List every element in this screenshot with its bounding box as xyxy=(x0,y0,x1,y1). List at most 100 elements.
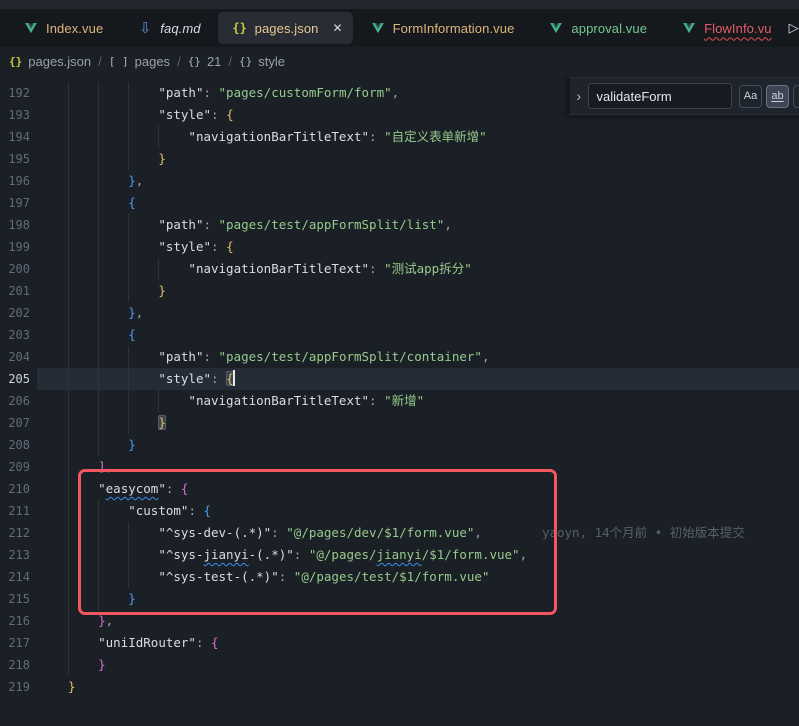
code-line-text[interactable]: { xyxy=(30,324,799,346)
line-number[interactable]: 198 xyxy=(0,214,30,236)
line-number[interactable]: 214 xyxy=(0,566,30,588)
line-number[interactable]: 206 xyxy=(0,390,30,412)
indent-guide-icon xyxy=(98,302,99,324)
line-number[interactable]: 215 xyxy=(0,588,30,610)
code-editor[interactable]: 192 "path": "pages/customForm/form",193 … xyxy=(0,75,799,726)
code-line-text[interactable]: "path": "pages/test/appFormSplit/contain… xyxy=(30,346,799,368)
line-number[interactable]: 208 xyxy=(0,434,30,456)
breadcrumb: {}pages.json/[ ]pages/{}21/{}style xyxy=(0,47,799,75)
indent-guide-icon xyxy=(128,522,129,544)
code-line-text[interactable]: } xyxy=(30,588,799,610)
line-number[interactable]: 202 xyxy=(0,302,30,324)
tab-faq-md[interactable]: ⇩faq.md xyxy=(120,9,217,47)
code-line: 197 { xyxy=(0,192,799,214)
indent-guide-icon xyxy=(98,236,99,258)
line-number[interactable]: 210 xyxy=(0,478,30,500)
code-line-text[interactable]: } xyxy=(30,148,799,170)
line-number[interactable]: 192 xyxy=(0,82,30,104)
code-token: "pages/test/appFormSplit/container" xyxy=(219,349,482,364)
code-line-text[interactable]: "easycom": { xyxy=(30,478,799,500)
code-line-text[interactable]: "^sys-jianyi-(.*)": "@/pages/jianyi/$1/f… xyxy=(30,544,799,566)
json-file-icon: {} xyxy=(9,55,22,68)
line-number[interactable]: 196 xyxy=(0,170,30,192)
whole-word-button[interactable]: ab xyxy=(766,85,789,108)
line-number[interactable]: 217 xyxy=(0,632,30,654)
code-token: , xyxy=(474,525,482,540)
line-number[interactable]: 219 xyxy=(0,676,30,698)
tab-overflow-chevron-icon[interactable]: ▷ xyxy=(789,20,799,36)
line-number[interactable]: 218 xyxy=(0,654,30,676)
indent-guide-icon xyxy=(68,654,69,676)
code-token: "navigationBarTitleText" xyxy=(188,261,369,276)
code-line-text[interactable]: "navigationBarTitleText": "新增" xyxy=(30,390,799,412)
code-line-text[interactable]: "style": { xyxy=(30,368,799,390)
indent-guide-icon xyxy=(98,588,99,610)
regex-button[interactable]: .* xyxy=(793,85,799,108)
code-line-text[interactable]: } xyxy=(30,280,799,302)
tab-forminformation-vue[interactable]: FormInformation.vue xyxy=(353,9,532,47)
code-line-text[interactable]: "style": { xyxy=(30,236,799,258)
indent-guide-icon xyxy=(68,82,69,104)
line-number[interactable]: 207 xyxy=(0,412,30,434)
code-line-text[interactable]: }, xyxy=(30,610,799,632)
tab-flowinfo-vu[interactable]: FlowInfo.vu xyxy=(664,9,789,47)
code-line-text[interactable]: } xyxy=(30,676,799,698)
line-number[interactable]: 213 xyxy=(0,544,30,566)
indent-guide-icon xyxy=(68,236,69,258)
line-number[interactable]: 212 xyxy=(0,522,30,544)
find-widget: › validateForm Aaab.* xyxy=(567,77,799,115)
code-token: "custom" xyxy=(128,503,188,518)
code-line-text[interactable]: ], xyxy=(30,456,799,478)
line-number[interactable]: 200 xyxy=(0,258,30,280)
tab-pages-json[interactable]: {}pages.json✕ xyxy=(218,12,353,44)
line-number[interactable]: 203 xyxy=(0,324,30,346)
code-token: , xyxy=(392,85,400,100)
code-line-text[interactable]: "navigationBarTitleText": "自定义表单新增" xyxy=(30,126,799,148)
text-cursor xyxy=(233,370,235,386)
code-line-text[interactable]: }, xyxy=(30,302,799,324)
code-line: 219} xyxy=(0,676,799,698)
line-number[interactable]: 193 xyxy=(0,104,30,126)
code-line-text[interactable]: "^sys-dev-(.*)": "@/pages/dev/$1/form.vu… xyxy=(30,522,799,544)
line-number[interactable]: 199 xyxy=(0,236,30,258)
close-icon[interactable]: ✕ xyxy=(333,22,343,34)
line-number[interactable]: 205 xyxy=(0,368,30,390)
match-case-button[interactable]: Aa xyxy=(739,85,762,108)
code-token: : xyxy=(203,217,218,232)
line-number[interactable]: 216 xyxy=(0,610,30,632)
code-line-text[interactable]: "path": "pages/test/appFormSplit/list", xyxy=(30,214,799,236)
code-line-text[interactable]: { xyxy=(30,192,799,214)
indent-guide-icon xyxy=(68,104,69,126)
code-line-text[interactable]: } xyxy=(30,434,799,456)
line-number[interactable]: 209 xyxy=(0,456,30,478)
breadcrumb-item-21[interactable]: {}21 xyxy=(188,54,222,69)
code-line-text[interactable]: } xyxy=(30,654,799,676)
code-line-text[interactable]: "navigationBarTitleText": "测试app拆分" xyxy=(30,258,799,280)
tab-approval-vue[interactable]: approval.vue xyxy=(531,9,664,47)
tab-index-vue[interactable]: Index.vue xyxy=(6,9,120,47)
breadcrumb-item-pages[interactable]: [ ]pages xyxy=(109,54,170,69)
line-number[interactable]: 197 xyxy=(0,192,30,214)
breadcrumb-item-style[interactable]: {}style xyxy=(239,54,285,69)
indent-guide-icon xyxy=(98,126,99,148)
indent-guide-icon xyxy=(68,324,69,346)
code-line-text[interactable]: "uniIdRouter": { xyxy=(30,632,799,654)
code-token xyxy=(68,283,158,298)
code-token: } xyxy=(128,437,136,452)
line-number[interactable]: 204 xyxy=(0,346,30,368)
code-line-text[interactable]: } xyxy=(30,412,799,434)
code-line-text[interactable]: }, xyxy=(30,170,799,192)
line-number[interactable]: 211 xyxy=(0,500,30,522)
breadcrumb-item-pages-json[interactable]: {}pages.json xyxy=(9,54,91,69)
indent-guide-icon xyxy=(128,126,129,148)
find-input[interactable]: validateForm xyxy=(588,83,732,109)
line-number[interactable]: 194 xyxy=(0,126,30,148)
find-replace-toggle-chevron-icon[interactable]: › xyxy=(570,88,588,104)
markdown-arrow-icon: ⇩ xyxy=(137,20,153,36)
code-line-text[interactable]: "custom": { xyxy=(30,500,799,522)
code-line-text[interactable]: "^sys-test-(.*)": "@/pages/test/$1/form.… xyxy=(30,566,799,588)
vue-logo-icon xyxy=(370,20,386,36)
line-number[interactable]: 195 xyxy=(0,148,30,170)
line-number[interactable]: 201 xyxy=(0,280,30,302)
code-line: 213 "^sys-jianyi-(.*)": "@/pages/jianyi/… xyxy=(0,544,799,566)
